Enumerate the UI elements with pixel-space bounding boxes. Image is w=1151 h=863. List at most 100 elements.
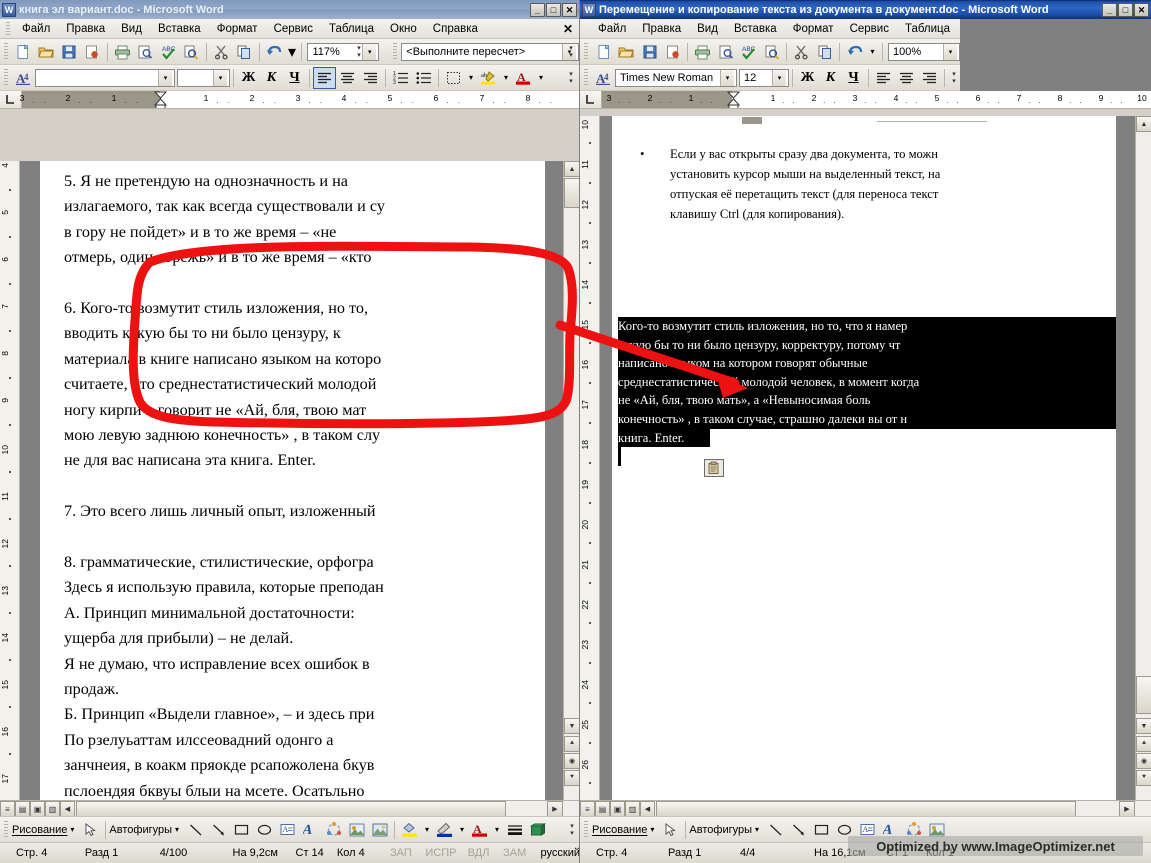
3d-style-icon[interactable] [526,819,549,841]
web-layout-view-button[interactable]: ▤ [595,801,610,816]
open-folder-icon[interactable] [35,41,58,63]
ask-a-question-box[interactable]: <Выполните пересчет> ▾ [401,42,579,61]
font-color-icon[interactable]: A [512,67,535,89]
copy-icon[interactable] [813,41,836,63]
fill-color-icon[interactable] [398,819,421,841]
selected-line[interactable]: книга. Enter. [618,428,710,448]
permission-icon[interactable] [81,41,104,63]
scrollbar-thumb-horizontal[interactable] [76,801,506,816]
scroll-up-button[interactable]: ▲ [1136,116,1151,132]
next-page-button[interactable]: ⯆ [564,770,579,786]
select-objects-icon[interactable] [659,819,682,841]
document-line[interactable]: установить курсор мыши на выделенный тек… [670,164,940,184]
toolbar-grip[interactable] [4,42,8,61]
autoshapes-menu-label[interactable]: Автофигуры [689,824,752,836]
chevron-down-icon[interactable]: ▾ [500,67,512,89]
drawing-toolbar-left[interactable]: Рисование ▾ Автофигуры ▾ A A ▾ ▾ A ▾ ▾ ▾ [0,816,579,842]
print-layout-view-button[interactable]: ▣ [30,801,45,816]
document-line[interactable]: Б. Принцип «Выдели главное», – и здесь п… [64,702,534,727]
italic-button[interactable]: К [260,67,283,89]
print-icon[interactable] [691,41,714,63]
outline-view-button[interactable]: ▥ [45,801,60,816]
menu-item-tools[interactable]: Сервис [842,21,897,37]
bulleted-list-icon[interactable] [412,67,435,89]
window-controls-right[interactable]: _ □ ✕ [1102,2,1149,17]
selected-text-block[interactable]: Кого-то возмутит стиль изложения, но то,… [618,317,1116,448]
document-line[interactable]: занчнеия, в коакм пряокде рсапожолена бк… [64,753,534,778]
copy-icon[interactable] [233,41,256,63]
align-center-icon[interactable] [895,67,918,89]
cut-scissors-icon[interactable] [210,41,233,63]
selected-line[interactable]: написано языком на котором говорят обычн… [618,354,1116,373]
new-document-icon[interactable] [12,41,35,63]
word-window-right[interactable]: W Перемещение и копирование текста из до… [580,0,1151,863]
toolbar-overflow-icon[interactable]: ▾ ▾ [353,41,365,63]
view-buttons-left[interactable]: ≡ ▤ ▣ ▥ ◀ [0,801,75,816]
title-bar-left[interactable]: W книга эл вариант.doc - Microsoft Word … [0,0,579,19]
word-window-left[interactable]: W книга эл вариант.doc - Microsoft Word … [0,0,580,863]
chevron-down-icon[interactable]: ▾ [491,819,503,841]
spelling-check-icon[interactable]: ABC [737,41,760,63]
chevron-down-icon[interactable]: ▾ [70,825,74,834]
save-icon[interactable] [58,41,81,63]
menu-item-format[interactable]: Формат [209,21,266,37]
menu-item-window[interactable]: Окно [382,21,425,37]
wordart-icon[interactable]: A [299,819,322,841]
document-line[interactable]: Здесь я использую правила, которые препо… [64,575,534,600]
drawing-menu-label[interactable]: Рисование [12,824,67,836]
italic-button[interactable]: К [819,67,842,89]
view-buttons-right[interactable]: ≡ ▤ ▣ ▥ ◀ [580,801,655,816]
document-line[interactable]: ущерба для прибыли) – не делай. [64,626,534,651]
oval-icon[interactable] [253,819,276,841]
selected-line[interactable]: не «Ай, бля, твою мать», а «Невыносимая … [618,391,1116,410]
toolbar-grip[interactable] [393,42,398,61]
underline-button[interactable]: Ч [842,67,865,89]
document-line[interactable]: А. Принцип минимальной достаточности: [64,601,534,626]
menu-item-view[interactable]: Вид [689,21,726,37]
chevron-down-icon[interactable]: ▾ [158,69,172,86]
styles-and-formatting-icon[interactable]: A4 [12,67,35,89]
document-page-right[interactable]: • Если у вас открыты сразу два документа… [612,116,1116,816]
align-center-icon[interactable] [336,67,359,89]
picture-icon[interactable] [368,819,391,841]
chevron-down-icon[interactable]: ▾ [465,67,477,89]
document-line[interactable]: 8. грамматические, стилистические, орфог… [64,550,534,575]
minimize-button[interactable]: _ [530,2,545,17]
ruler-track-left[interactable]: 3 · · 2 · · 1 · · 1 · · 2 · · 3 · · 4 · · 5 · · 6 · · 7 · · 8 · · [20,91,579,108]
research-icon[interactable] [180,41,203,63]
print-preview-icon[interactable] [714,41,737,63]
print-preview-icon[interactable] [134,41,157,63]
close-button[interactable]: ✕ [1134,2,1149,17]
previous-page-button[interactable]: ⯅ [1136,736,1151,752]
menu-item-view[interactable]: Вид [113,21,150,37]
spelling-check-icon[interactable]: ABC [157,41,180,63]
chevron-down-icon[interactable]: ▾ [421,819,433,841]
document-line[interactable]: 7. Это всего лишь личный опыт, изложенны… [64,499,534,524]
chevron-down-icon[interactable]: ▾ [650,825,654,834]
open-folder-icon[interactable] [615,41,638,63]
line-icon[interactable] [764,819,787,841]
menu-item-tools[interactable]: Сервис [266,21,321,37]
font-size-combo-right[interactable]: 12 ▾ [739,68,789,87]
document-line[interactable]: Я не думаю, что исправление всех ошибок … [64,652,534,677]
rectangle-icon[interactable] [230,819,253,841]
align-left-icon[interactable] [872,67,895,89]
normal-view-button[interactable]: ≡ [0,801,15,816]
chevron-down-icon[interactable]: ▾ [213,69,227,86]
menu-item-help[interactable]: Справка [425,21,486,37]
toolbar-grip[interactable] [584,820,588,839]
diagram-icon[interactable] [322,819,345,841]
rectangle-icon[interactable] [810,819,833,841]
close-document-icon[interactable]: ✕ [563,22,573,36]
vertical-scrollbar-right[interactable]: ▲ ▼ ⯅ ◉ ⯆ [1135,116,1151,800]
selected-line[interactable]: какую бы то ни было цензуру, корректуру,… [618,335,1116,355]
chevron-down-icon[interactable]: ▾ [456,819,468,841]
bold-button[interactable]: Ж [796,67,819,89]
document-line[interactable]: 5. Я не претендую на однозначность и на [64,169,534,194]
close-button[interactable]: ✕ [562,2,577,17]
chevron-down-icon[interactable]: ▾ [943,43,957,60]
document-area-right[interactable]: 101112131415161718192021222324252627 • Е… [580,116,1151,816]
standard-toolbar-right[interactable]: ABC ▾ 100% ▾ [580,39,960,65]
outline-view-button[interactable]: ▥ [625,801,640,816]
font-color-icon[interactable]: A [468,819,491,841]
